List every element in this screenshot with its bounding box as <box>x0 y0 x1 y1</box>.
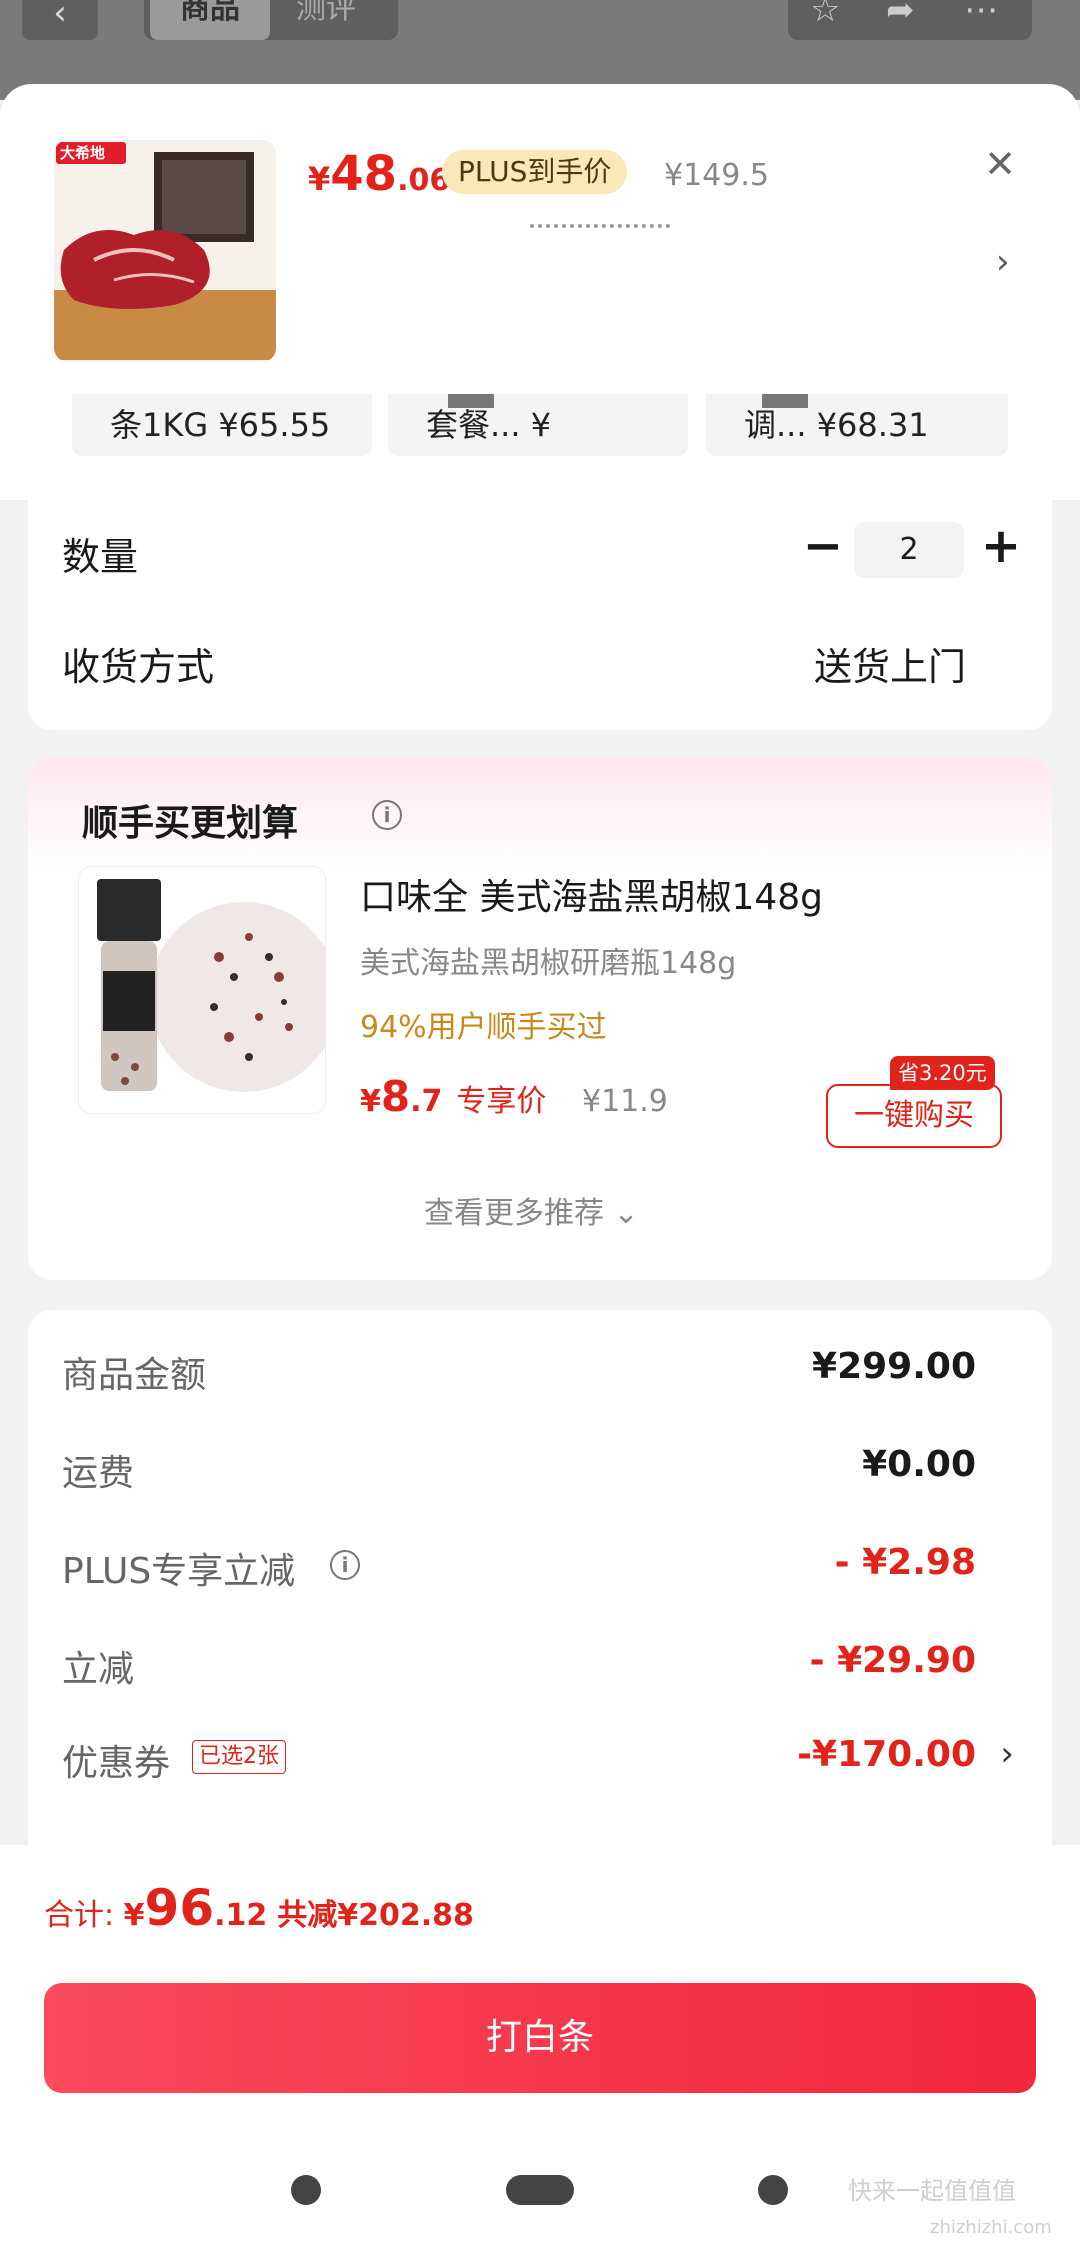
product-price: ¥48.06 <box>308 146 450 202</box>
spec-tag-mark <box>448 394 494 408</box>
summary-value: - ¥29.90 <box>809 1640 976 1681</box>
info-icon[interactable]: i <box>330 1550 360 1580</box>
recommend-purchase-hint: 94%用户顺手买过 <box>360 1010 607 1045</box>
chevron-right-icon[interactable]: › <box>1000 1734 1014 1774</box>
info-icon[interactable]: i <box>372 800 402 830</box>
tab-product[interactable]: 商品 <box>150 0 270 40</box>
spec-tag-mark <box>762 394 808 408</box>
recommend-card: 顺手买更划算 i 口味全 美式海盐黑胡椒148g 美式海盐黑胡椒研磨瓶148g … <box>28 758 1052 1280</box>
delivery-method-value[interactable]: 送货上门 <box>814 636 966 691</box>
nav-recent-dot[interactable] <box>758 2175 788 2205</box>
original-price: ¥149.5 <box>664 158 769 193</box>
more-icon[interactable]: ⋯ <box>964 0 998 30</box>
recommend-title: 顺手买更划算 i <box>82 794 402 846</box>
more-recommendations-link[interactable]: 查看更多推荐 ⌄ <box>424 1188 639 1232</box>
recommend-product-name[interactable]: 口味全 美式海盐黑胡椒148g <box>360 868 823 920</box>
spec-option-label: 套餐... ¥ <box>426 406 552 444</box>
watermark-text: 快来一起值值值 <box>848 2177 1016 2205</box>
price-decimal: .7 <box>410 1084 443 1119</box>
recommend-product-subtitle: 美式海盐黑胡椒研磨瓶148g <box>360 946 737 981</box>
product-image: 大希地 <box>54 140 276 362</box>
tab-review[interactable]: 测评 <box>296 0 356 40</box>
summary-label: PLUS专享立减 <box>62 1551 296 1592</box>
top-tabs: 商品 测评 <box>144 0 398 40</box>
price-symbol: ¥ <box>360 1084 381 1119</box>
one-click-buy-button[interactable]: 一键购买 <box>826 1084 1002 1148</box>
recommend-product-image[interactable] <box>78 866 326 1114</box>
close-icon[interactable]: ✕ <box>980 144 1020 184</box>
order-summary-card: 商品金额 ¥299.00 运费 ¥0.00 PLUS专享立减 i - ¥2.98… <box>28 1310 1052 1870</box>
summary-value: ¥0.00 <box>862 1444 976 1485</box>
checkout-footer: 合计: ¥96.12 共减¥202.88 打白条 快来一起值值值 zhizhizh… <box>0 1845 1080 2255</box>
summary-row-plus-discount: PLUS专享立减 i - ¥2.98 <box>28 1542 1052 1602</box>
summary-row-subtotal: 商品金额 ¥299.00 <box>28 1346 1052 1406</box>
total-savings: 共减¥202.88 <box>277 1898 474 1933</box>
quantity-delivery-card: 数量 − 2 + 收货方式 送货上门 <box>28 500 1052 730</box>
summary-value: - ¥2.98 <box>834 1542 976 1583</box>
plus-price-badge: PLUS到手价 <box>442 150 628 194</box>
delivery-method-label: 收货方式 <box>62 645 215 689</box>
top-actions: ☆ ➦ ⋯ <box>788 0 1032 40</box>
quantity-input[interactable]: 2 <box>854 522 964 578</box>
favorite-icon[interactable]: ☆ <box>810 0 840 30</box>
spec-option-1[interactable]: 条1KG ¥65.55 <box>72 394 372 456</box>
total-price: 合计: ¥96.12 共减¥202.88 <box>44 1879 474 1937</box>
price-decimal: .12 <box>214 1898 268 1933</box>
summary-value: -¥170.00 <box>797 1734 976 1775</box>
summary-label: 商品金额 <box>62 1355 207 1396</box>
decrease-quantity-button[interactable]: − <box>798 522 848 572</box>
spec-options: 条1KG ¥65.55 套餐... ¥ 调... ¥68.31 <box>0 394 1080 500</box>
spec-option-label: 调... ¥68.31 <box>744 406 929 444</box>
brand-logo-text: 大希地 <box>60 144 106 162</box>
watermark-url: zhizhizhi.com <box>930 2217 1052 2238</box>
recommend-original-price: ¥11.9 <box>582 1084 668 1119</box>
pay-button[interactable]: 打白条 <box>44 1983 1036 2093</box>
price-symbol: ¥ <box>308 160 331 198</box>
recommend-price: ¥8.7 专享价 <box>360 1072 546 1121</box>
total-label: 合计: <box>44 1898 124 1933</box>
summary-row-shipping: 运费 ¥0.00 <box>28 1444 1052 1504</box>
savings-badge: 省3.20元 <box>890 1056 995 1090</box>
summary-row-instant-discount: 立减 - ¥29.90 <box>28 1640 1052 1700</box>
back-icon[interactable]: ‹ <box>22 0 98 40</box>
spec-option-label: 条1KG ¥65.55 <box>110 406 331 444</box>
recommend-title-text: 顺手买更划算 <box>82 803 299 844</box>
spec-option-2[interactable]: 套餐... ¥ <box>388 394 688 456</box>
price-integer: 96 <box>144 1879 215 1937</box>
summary-label: 立减 <box>62 1649 135 1690</box>
exclusive-price-tag: 专享价 <box>456 1084 547 1119</box>
nav-back-dot[interactable] <box>291 2175 321 2205</box>
summary-row-coupon[interactable]: 优惠券 已选2张 -¥170.00 › <box>28 1734 1052 1794</box>
increase-quantity-button[interactable]: + <box>976 522 1026 572</box>
summary-label: 运费 <box>62 1453 135 1494</box>
price-integer: 48 <box>330 146 398 202</box>
selected-spec-placeholder <box>530 224 670 230</box>
spec-option-3[interactable]: 调... ¥68.31 <box>706 394 1008 456</box>
price-integer: 8 <box>380 1072 411 1121</box>
summary-label: 优惠券 <box>62 1743 171 1784</box>
price-symbol: ¥ <box>123 1898 145 1933</box>
quantity-label: 数量 <box>62 535 139 579</box>
nav-home-pill[interactable] <box>506 2175 574 2205</box>
summary-value: ¥299.00 <box>812 1346 976 1387</box>
product-header: 大希地 ¥48.06 PLUS到手价 ¥149.5 ✕ › <box>0 84 1080 394</box>
chevron-right-icon[interactable]: › <box>996 242 1010 282</box>
share-icon[interactable]: ➦ <box>886 0 915 30</box>
coupon-count-badge: 已选2张 <box>192 1740 286 1774</box>
